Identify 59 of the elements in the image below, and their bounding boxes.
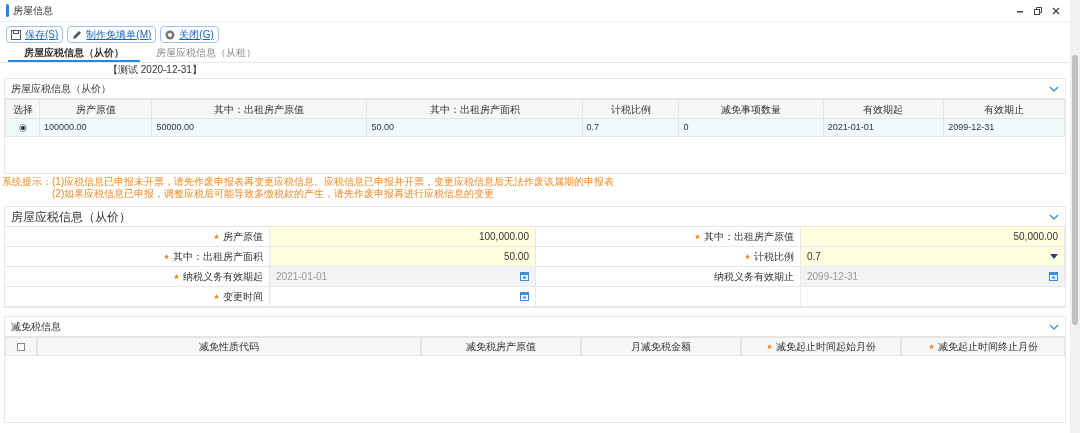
checkbox[interactable]: [17, 342, 25, 351]
section-header[interactable]: 房屋应税信息（从价）: [5, 207, 1065, 227]
field-label: 变更时间: [223, 290, 263, 304]
test-date-note: 【测试 2020-12-31】: [108, 63, 202, 76]
column-header: 减免性质代码: [199, 340, 259, 354]
toolbar-button[interactable]: 制作免填单(M): [67, 26, 157, 43]
column-header: 月减免税金额: [631, 340, 691, 354]
field-label: 纳税义务有效期起: [183, 270, 263, 284]
table-cell: 2021-01-01: [823, 118, 944, 137]
restore-icon[interactable]: [1034, 6, 1042, 15]
table-cell: 100000.00: [39, 118, 152, 137]
column-header: 计税比例: [582, 99, 679, 119]
close-icon[interactable]: [1052, 6, 1060, 15]
field-label: 纳税义务有效期止: [714, 270, 794, 284]
scrollbar[interactable]: [1070, 0, 1080, 433]
table-cell: 50000.00: [151, 118, 367, 137]
close-circle-icon: [165, 29, 176, 40]
column-header: 有效期止: [943, 99, 1065, 119]
section-title: 房屋应税信息（从价）: [11, 82, 111, 96]
chevron-down-icon[interactable]: [1049, 85, 1059, 92]
input-field[interactable]: 100,000.00: [270, 227, 536, 247]
notice-text: (1)应税信息已申报未开票，请先作废申报表再变更应税信息。应税信息已申报并开票，变更应税信息后无法作废该属期的申报表: [52, 176, 615, 188]
field-label: 计税比例: [754, 250, 794, 264]
tab[interactable]: 房屋应税信息（从价）: [8, 45, 140, 62]
tab[interactable]: 房屋应税信息（从租）: [140, 45, 272, 62]
chevron-down-icon[interactable]: [1049, 323, 1059, 330]
input-field[interactable]: 50.00: [270, 247, 536, 267]
toolbar-button[interactable]: 关闭(G): [160, 26, 219, 43]
column-header: 房产原值: [39, 99, 152, 119]
select-field[interactable]: 0.7: [801, 247, 1065, 267]
save-icon: [11, 29, 21, 40]
column-header: 有效期起: [823, 99, 944, 119]
date-field[interactable]: [270, 287, 536, 307]
table-cell: 0.7: [582, 118, 679, 137]
table-cell: 50.00: [366, 118, 583, 137]
field-label: 房产原值: [223, 230, 263, 244]
column-header: 其中：出租房产原值: [151, 99, 367, 119]
window-title: 房屋信息: [13, 4, 53, 18]
column-header: 减免起止时间终止月份: [937, 340, 1038, 354]
section-title: 房屋应税信息（从价）: [11, 208, 131, 226]
dropdown-arrow-icon[interactable]: [1050, 254, 1058, 259]
table-cell: 0: [678, 118, 824, 137]
field-label: 其中：出租房产面积: [173, 250, 263, 264]
table-cell: 2099-12-31: [943, 118, 1065, 137]
pencil-icon: [72, 29, 83, 40]
input-field[interactable]: 50,000.00: [801, 227, 1065, 247]
column-header: 减免事项数量: [678, 99, 824, 119]
column-header: 减免税房产原值: [466, 340, 536, 354]
accent-bar: [6, 4, 9, 17]
toolbar-button[interactable]: 保存(S): [6, 26, 64, 43]
section-title: 减免税信息: [11, 320, 61, 334]
column-header: 减免起止时间起始月份: [775, 340, 876, 354]
notice-text: (2)如果应税信息已申报，调整应税后可能导致多缴税款的产生，请先作废申报再进行应税信息的变更: [52, 188, 496, 200]
field-label: 其中：出租房产原值: [704, 230, 794, 244]
column-header: 其中：出租房产面积: [366, 99, 583, 119]
calendar-icon[interactable]: [520, 292, 529, 301]
notice-label: 系统提示：: [2, 176, 52, 189]
chevron-down-icon[interactable]: [1049, 213, 1059, 220]
column-header: 选择: [5, 99, 40, 119]
